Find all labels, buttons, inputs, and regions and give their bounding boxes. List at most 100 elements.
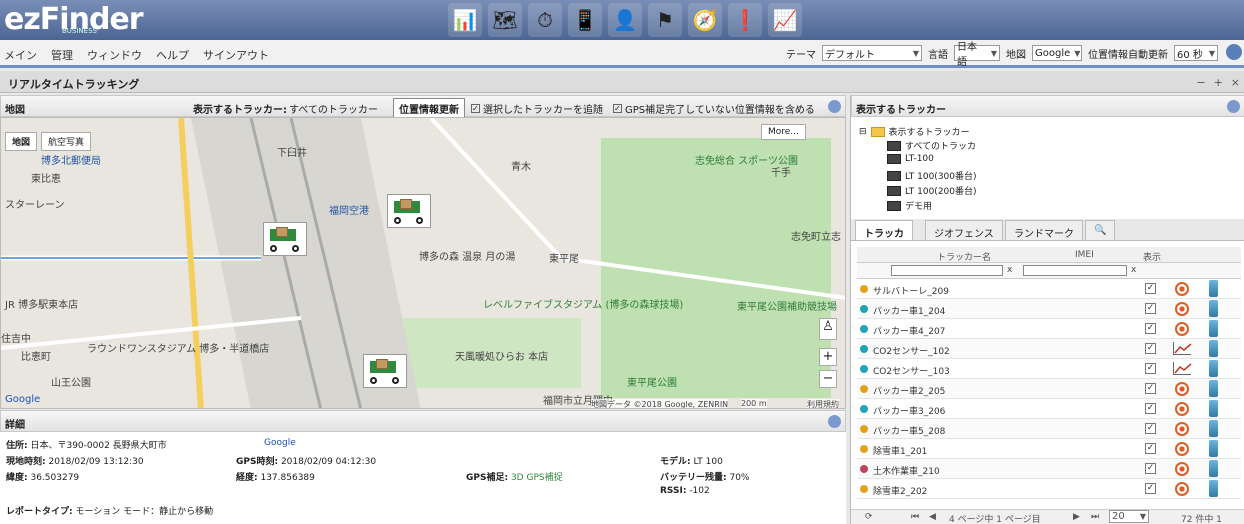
locate-icon[interactable] <box>1175 402 1189 416</box>
show-checkbox[interactable]: ✓ <box>1145 383 1156 394</box>
presentation-icon[interactable]: 📊 <box>448 3 482 37</box>
menu-window[interactable]: ウィンドウ <box>87 47 142 63</box>
tree-root[interactable]: ⊟ 表示するトラッカー <box>859 125 970 138</box>
table-row[interactable]: パッカー車4_207 ✓ <box>857 319 1241 339</box>
satellite-button[interactable]: 航空写真 <box>41 132 92 151</box>
locate-icon[interactable] <box>1175 462 1189 476</box>
table-row[interactable]: サルバトーレ_209 ✓ <box>857 279 1241 299</box>
show-checkbox[interactable]: ✓ <box>1145 303 1156 314</box>
phone-icon[interactable] <box>1209 380 1218 397</box>
show-checkbox[interactable]: ✓ <box>1145 343 1156 354</box>
col-show[interactable]: 表示 <box>1143 250 1161 263</box>
tracker-marker[interactable] <box>263 222 307 256</box>
phone-icon[interactable] <box>1209 360 1218 377</box>
pegman-icon[interactable]: ♙ <box>819 318 837 340</box>
map-provider-select[interactable]: Google ▼ <box>1032 45 1082 61</box>
prev-page-icon[interactable]: ◀ <box>929 512 936 522</box>
close-icon[interactable]: × <box>1231 76 1240 89</box>
collapse-icon[interactable] <box>1227 100 1240 113</box>
tracker-marker[interactable] <box>387 194 431 228</box>
tab-trackers[interactable]: トラッカ <box>855 220 913 240</box>
locate-icon[interactable] <box>1175 482 1189 496</box>
zoom-in-button[interactable]: + <box>819 348 837 366</box>
show-trackers-value[interactable]: すべてのトラッカー <box>289 101 378 116</box>
first-page-icon[interactable]: ⏮ <box>911 512 919 522</box>
google-link[interactable]: Google <box>264 438 296 448</box>
phone-icon[interactable] <box>1209 300 1218 317</box>
tree-item[interactable]: LT 100(200番台) <box>887 184 977 197</box>
phone-icon[interactable] <box>1209 440 1218 457</box>
clock-icon[interactable]: ⏱ <box>528 3 562 37</box>
chart-icon[interactable] <box>1173 362 1192 375</box>
next-page-icon[interactable]: ▶ <box>1073 512 1080 522</box>
locate-icon[interactable] <box>1175 382 1189 396</box>
menu-help[interactable]: ヘルプ <box>156 47 189 63</box>
globe-icon[interactable] <box>1226 44 1242 60</box>
tree-item[interactable]: LT-100 <box>887 154 934 164</box>
tree-item[interactable]: すべてのトラッカ <box>887 139 976 152</box>
tree-item[interactable]: デモ用 <box>887 199 932 212</box>
table-row[interactable]: CO2センサー_102 ✓ <box>857 339 1241 359</box>
lang-select[interactable]: 日本語 ▼ <box>954 42 1000 68</box>
include-gps-checkbox[interactable]: ✓ GPS補足完了していない位置情報を含める <box>613 101 815 116</box>
locate-icon[interactable] <box>1175 302 1189 316</box>
show-checkbox[interactable]: ✓ <box>1145 363 1156 374</box>
phone-icon[interactable] <box>1209 280 1218 297</box>
show-checkbox[interactable]: ✓ <box>1145 443 1156 454</box>
update-location-button[interactable]: 位置情報更新 <box>393 98 465 119</box>
maximize-icon[interactable]: + <box>1214 76 1223 89</box>
phone-icon[interactable]: 📱 <box>568 3 602 37</box>
zoom-out-button[interactable]: − <box>819 370 837 388</box>
name-filter-input[interactable] <box>891 265 1003 276</box>
map-type-button[interactable]: 地図 <box>5 132 38 151</box>
tree-item[interactable]: LT 100(300番台) <box>887 169 977 182</box>
show-checkbox[interactable]: ✓ <box>1145 423 1156 434</box>
map-view[interactable]: 地図 航空写真 More... 博多北郵便局 東比恵 スターレーン 下臼井 福岡… <box>0 117 846 409</box>
locate-icon[interactable] <box>1175 322 1189 336</box>
show-checkbox[interactable]: ✓ <box>1145 323 1156 334</box>
user-icon[interactable]: 👤 <box>608 3 642 37</box>
tab-geofence[interactable]: ジオフェンス <box>925 220 1003 240</box>
phone-icon[interactable] <box>1209 460 1218 477</box>
phone-icon[interactable] <box>1209 340 1218 357</box>
show-checkbox[interactable]: ✓ <box>1145 483 1156 494</box>
more-button[interactable]: More... <box>761 124 806 140</box>
auto-refresh-select[interactable]: 60 秒 ▼ <box>1174 45 1218 61</box>
show-checkbox[interactable]: ✓ <box>1145 463 1156 474</box>
menu-signout[interactable]: サインアウト <box>203 47 269 63</box>
collapse-icon[interactable] <box>828 415 841 428</box>
col-name[interactable]: トラッカー名 <box>937 250 991 263</box>
per-page-select[interactable]: 20 ▼ <box>1109 510 1149 523</box>
table-row[interactable]: 土木作業車_210 ✓ <box>857 459 1241 479</box>
collapse-icon[interactable] <box>828 100 841 113</box>
map-icon[interactable]: 🗺 <box>488 3 522 37</box>
imei-filter-input[interactable] <box>1023 265 1127 276</box>
phone-icon[interactable] <box>1209 400 1218 417</box>
refresh-icon[interactable]: ⟳ <box>865 512 873 522</box>
tab-landmarks[interactable]: ランドマーク <box>1005 220 1083 240</box>
phone-icon[interactable] <box>1209 480 1218 497</box>
phone-icon[interactable] <box>1209 420 1218 437</box>
locate-icon[interactable] <box>1175 282 1189 296</box>
map-terms-link[interactable]: 利用規約 <box>807 399 839 408</box>
locate-icon[interactable] <box>1175 442 1189 456</box>
clear-imei-filter[interactable]: x <box>1131 265 1136 275</box>
chart-icon[interactable] <box>1173 342 1192 355</box>
follow-selected-checkbox[interactable]: ✓ 選択したトラッカーを追随 <box>471 101 603 116</box>
phone-icon[interactable] <box>1209 320 1218 337</box>
theme-select[interactable]: デフォルト ▼ <box>822 45 922 61</box>
show-checkbox[interactable]: ✓ <box>1145 403 1156 414</box>
table-row[interactable]: CO2センサー_103 ✓ <box>857 359 1241 379</box>
route-icon[interactable]: 🧭 <box>688 3 722 37</box>
flag-icon[interactable]: ⚑ <box>648 3 682 37</box>
tab-search[interactable]: 🔍 <box>1085 220 1116 240</box>
col-imei[interactable]: IMEI <box>1075 250 1094 260</box>
table-row[interactable]: 除雪車1_201 ✓ <box>857 439 1241 459</box>
table-row[interactable]: パッカー車2_205 ✓ <box>857 379 1241 399</box>
menu-admin[interactable]: 管理 <box>51 47 73 63</box>
table-row[interactable]: パッカー車1_204 ✓ <box>857 299 1241 319</box>
menu-main[interactable]: メイン <box>4 47 37 63</box>
tracker-marker[interactable] <box>363 354 407 388</box>
minimize-icon[interactable]: − <box>1196 76 1205 89</box>
report-icon[interactable]: 📈 <box>768 3 802 37</box>
